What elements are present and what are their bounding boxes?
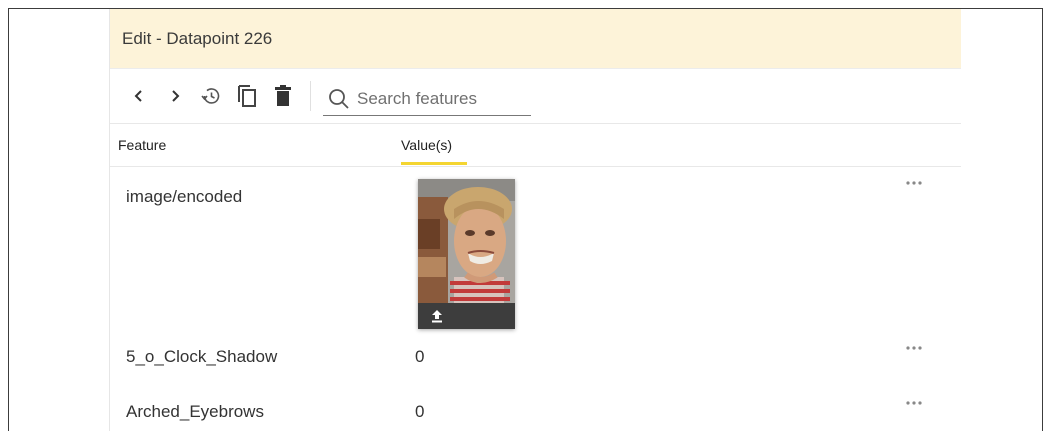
feature-row: Arched_Eyebrows 0	[110, 396, 961, 431]
panel-header: Edit - Datapoint 226	[110, 9, 961, 69]
next-button[interactable]	[162, 81, 188, 111]
search-box	[323, 82, 531, 116]
feature-value[interactable]: 0	[415, 347, 424, 367]
copy-icon	[238, 85, 256, 107]
search-icon	[329, 88, 349, 109]
panel-title: Edit - Datapoint 226	[122, 28, 273, 48]
edit-panel: Edit - Datapoint 226 Search features Fea…	[109, 9, 961, 431]
delete-button[interactable]	[270, 81, 296, 111]
more-horizontal-icon[interactable]	[904, 178, 924, 188]
toolbar-divider	[310, 81, 311, 111]
delete-icon	[275, 85, 291, 106]
feature-value[interactable]: 0	[415, 402, 424, 422]
chevron-right-icon	[172, 90, 180, 102]
history-button[interactable]	[198, 81, 224, 111]
previous-button[interactable]	[126, 81, 152, 111]
history-icon	[201, 88, 220, 104]
feature-column-header[interactable]: Feature	[118, 137, 166, 153]
image-thumbnail[interactable]	[418, 179, 515, 329]
feature-name: image/encoded	[126, 187, 243, 206]
feature-name: Arched_Eyebrows	[126, 402, 264, 421]
active-column-indicator	[401, 162, 467, 165]
face-image	[418, 179, 515, 303]
feature-row: 5_o_Clock_Shadow 0	[110, 342, 961, 396]
more-horizontal-icon[interactable]	[904, 343, 924, 353]
column-header-row: Feature Value(s)	[110, 124, 961, 167]
upload-image-button[interactable]	[418, 303, 515, 329]
values-column-header[interactable]: Value(s)	[401, 137, 452, 153]
feature-row: image/encoded	[110, 167, 961, 342]
copy-button[interactable]	[234, 81, 260, 111]
toolbar	[110, 69, 961, 124]
feature-name: 5_o_Clock_Shadow	[126, 347, 278, 366]
more-horizontal-icon[interactable]	[904, 398, 924, 408]
search-input[interactable]	[357, 88, 527, 109]
chevron-left-icon	[134, 90, 142, 102]
upload-icon	[432, 310, 442, 323]
